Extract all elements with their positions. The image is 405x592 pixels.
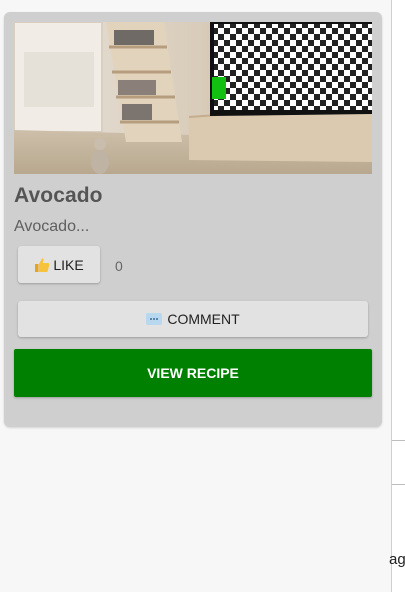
like-label: LIKE xyxy=(53,256,84,273)
recipe-description: Avocado... xyxy=(14,218,90,235)
speech-bubble-icon xyxy=(146,313,163,325)
recipe-title: Avocado xyxy=(14,184,103,207)
recipe-image xyxy=(14,22,372,174)
comment-button[interactable]: COMMENT xyxy=(18,301,368,337)
background-panel: ag xyxy=(389,0,405,592)
view-recipe-button[interactable]: VIEW RECIPE xyxy=(14,349,372,397)
divider xyxy=(392,440,405,441)
recipe-card: Avocado Avocado... LIKE 0 COMMENT VIEW R… xyxy=(4,12,382,427)
comment-label: COMMENT xyxy=(167,311,240,327)
thumbs-up-icon xyxy=(34,257,50,273)
like-button[interactable]: LIKE xyxy=(18,246,100,283)
like-count: 0 xyxy=(115,258,123,274)
divider xyxy=(392,484,405,485)
clipped-text: ag xyxy=(389,551,405,568)
